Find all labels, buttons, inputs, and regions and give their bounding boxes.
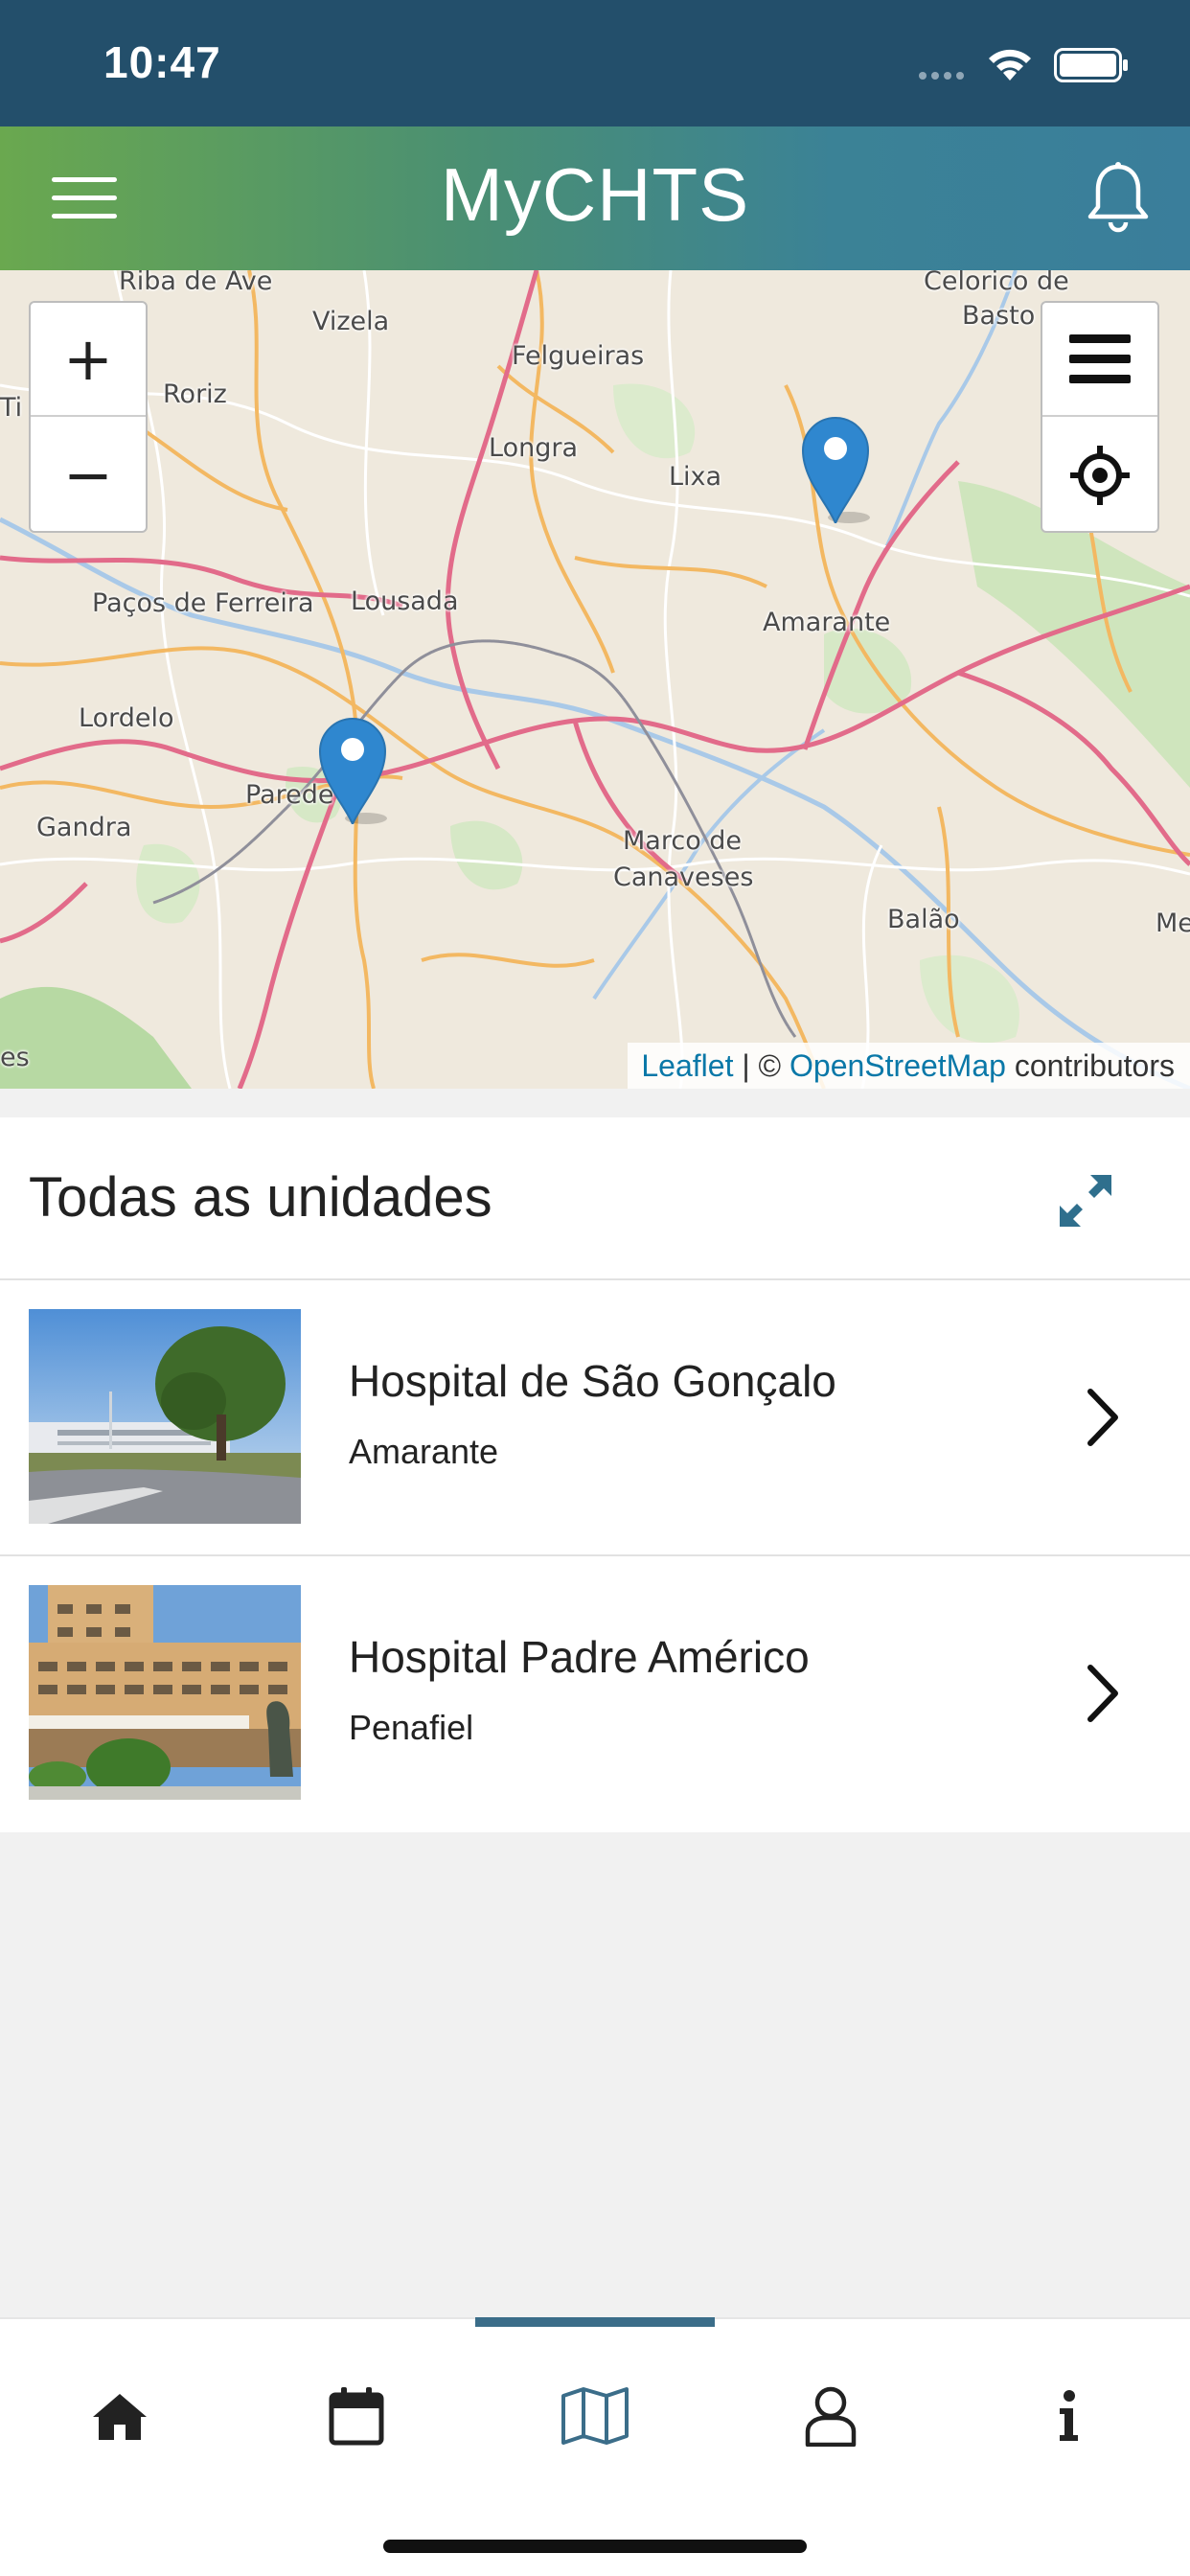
unit-city: Penafiel [349,1708,474,1747]
info-icon [1060,2390,1078,2441]
map-label: Canaveses [613,862,754,892]
map-tools-control [1041,301,1159,533]
map-label: Basto [962,301,1036,331]
cellular-signal-icon [919,72,964,80]
attribution-suffix: contributors [1005,1048,1175,1083]
map-attribution: Leaflet | © OpenStreetMap contributors [628,1043,1190,1089]
tab-map[interactable] [552,2373,638,2459]
chevron-right-icon [1087,1389,1118,1446]
hospital-sao-goncalo-photo [29,1309,301,1524]
map-label: es [0,1043,30,1072]
leaflet-link[interactable]: Leaflet [641,1048,733,1083]
map-marker-penafiel[interactable] [316,713,389,824]
map-label: Gandra [36,813,132,842]
tab-calendar[interactable] [313,2373,400,2459]
map-label: Lordelo [79,703,174,733]
map-label: Vizela [312,307,390,336]
status-time: 10:47 [103,37,221,87]
map-label: Me [1156,908,1190,938]
active-tab-indicator [475,2317,715,2327]
tab-profile[interactable] [788,2373,874,2459]
locate-me-button[interactable] [1042,418,1157,532]
unit-name: Hospital Padre Américo [349,1632,810,1682]
tab-home[interactable] [77,2373,163,2459]
map-view[interactable]: Riba de Ave Vizela Felgueiras Celorico d… [0,270,1190,1089]
units-section: Todas as unidades Hospital de São Gonçal… [0,1117,1190,1832]
calendar-icon [329,2387,384,2446]
unit-list-item[interactable]: Hospital de São Gonçalo Amarante [0,1280,1190,1556]
hospital-padre-americo-photo [29,1585,301,1800]
map-label: Balão [887,905,960,934]
units-title: Todas as unidades [29,1166,492,1229]
home-icon [93,2394,147,2440]
map-label: Roriz [163,380,227,409]
chevron-right-icon [1087,1665,1118,1722]
map-label: Felgueiras [512,341,645,371]
layers-button[interactable] [1042,303,1157,417]
map-label: Lousada [351,586,459,616]
page-title: MyCHTS [440,152,750,237]
units-header: Todas as unidades [0,1117,1190,1280]
map-label: Paços de Ferreira [92,588,314,618]
bottom-tab-bar [0,2317,1190,2576]
map-label: Ti [0,393,23,423]
unit-name: Hospital de São Gonçalo [349,1356,836,1406]
zoom-out-button[interactable]: − [31,418,146,532]
map-marker-amarante[interactable] [799,412,872,523]
unit-list-item[interactable]: Hospital Padre Américo Penafiel [0,1556,1190,1832]
map-label: Longra [489,433,578,463]
attribution-separator: | © [733,1048,790,1083]
openstreetmap-link[interactable]: OpenStreetMap [790,1048,1006,1083]
map-label: Lixa [669,462,722,492]
home-indicator [383,2540,807,2553]
map-icon [561,2387,629,2445]
battery-icon [1054,48,1128,82]
map-label: Celorico de [924,270,1069,296]
user-icon [805,2386,857,2447]
map-label: Riba de Ave [119,270,273,296]
layers-menu-icon [1069,334,1131,383]
zoom-control: + − [29,301,148,533]
notifications-bell-icon[interactable] [1079,159,1157,238]
map-label: Marco de [623,826,743,856]
status-bar: 10:47 [0,0,1190,126]
map-label: Amarante [763,608,891,637]
expand-icon[interactable] [1052,1167,1119,1234]
unit-city: Amarante [349,1432,499,1471]
zoom-in-button[interactable]: + [31,303,146,417]
crosshair-icon [1070,445,1130,505]
app-header: MyCHTS [0,126,1190,270]
wifi-icon [989,49,1031,80]
tab-info[interactable] [1025,2373,1111,2459]
